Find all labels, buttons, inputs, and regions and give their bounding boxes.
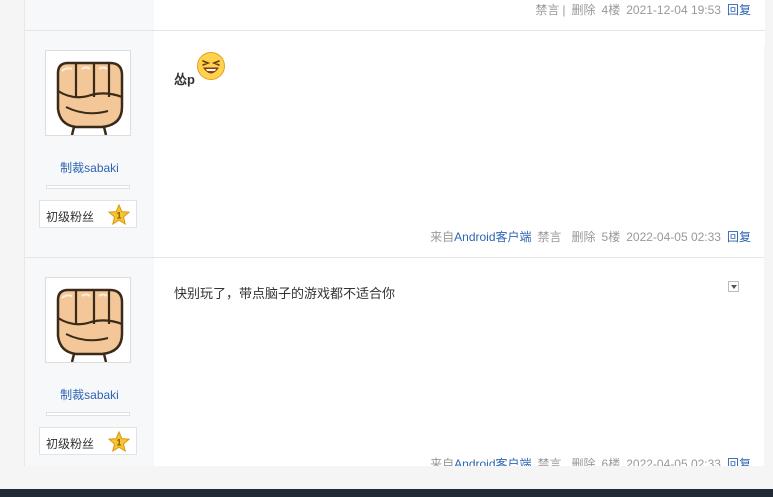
source-prefix: 来自	[430, 230, 455, 244]
delete-link[interactable]: 删除	[572, 3, 596, 17]
username[interactable]: 制裁sabaki	[25, 159, 154, 176]
ban-link[interactable]: 禁言	[538, 230, 562, 244]
reply-link[interactable]: 回复	[727, 230, 751, 244]
delete-link[interactable]: 删除	[572, 230, 596, 244]
post-floor-6: 制裁sabaki 初级粉丝 1 快别玩了，带点脑子的游戏都不适合你 来自Andr…	[25, 258, 765, 466]
ban-link[interactable]: 禁言	[538, 457, 562, 466]
avatar[interactable]	[45, 277, 131, 363]
post-floor-5: 制裁sabaki 初级粉丝 1 怂p 来自Android客户端 禁言 删除 5楼 202…	[25, 31, 765, 257]
page-right-gutter	[764, 45, 773, 466]
ban-link[interactable]: 禁言	[535, 3, 559, 17]
post-meta: 来自Android客户端 禁言 删除 6楼 2022-04-05 02:33 回复	[430, 455, 751, 466]
fan-level-label: 初级粉丝	[46, 210, 95, 224]
post-time: 2021-12-04 19:53	[626, 3, 721, 17]
floor-number: 4楼	[601, 3, 621, 17]
post-text: 快别玩了，带点脑子的游戏都不适合你	[174, 286, 396, 301]
post-floor-4: 禁言 | 删除 4楼 2021-12-04 19:53 回复	[25, 0, 765, 30]
post-sidebar: 制裁sabaki 初级粉丝 1	[25, 258, 154, 466]
floor-number: 6楼	[601, 457, 621, 466]
fist-icon	[46, 278, 130, 362]
floor-number: 5楼	[601, 230, 621, 244]
reply-link[interactable]: 回复	[727, 3, 751, 17]
username[interactable]: 制裁sabaki	[25, 386, 154, 403]
thread-page: 禁言|删除4楼2021-12-04 19:53回复 制裁sabaki	[24, 0, 765, 466]
post-content: 快别玩了，带点脑子的游戏都不适合你 来自Android客户端 禁言 删除 6楼 2022…	[154, 258, 765, 466]
star-icon: 1	[108, 204, 130, 225]
post-time: 2022-04-05 02:33	[626, 457, 721, 466]
fan-level-badge[interactable]: 初级粉丝 1	[39, 200, 137, 228]
client-source-link[interactable]: Android客户端	[454, 230, 531, 244]
fan-level-label: 初级粉丝	[46, 437, 95, 451]
fan-level-number: 1	[116, 211, 121, 221]
client-source-link[interactable]: Android客户端	[454, 457, 531, 466]
avatar[interactable]	[45, 50, 131, 136]
fist-icon	[46, 51, 130, 135]
laughing-face-icon	[197, 52, 225, 80]
experience-bar	[46, 185, 130, 189]
post-time: 2022-04-05 02:33	[626, 230, 721, 244]
experience-bar	[46, 412, 130, 416]
post-menu-dropdown-icon[interactable]	[728, 281, 739, 292]
post-sidebar	[25, 0, 154, 30]
reply-link[interactable]: 回复	[727, 457, 751, 466]
post-sidebar: 制裁sabaki 初级粉丝 1	[25, 31, 154, 257]
separator: |	[562, 3, 566, 17]
post-content: 怂p 来自Android客户端 禁言 删除 5楼 2022-04-05 02:33 回复	[154, 31, 765, 257]
fan-level-badge[interactable]: 初级粉丝 1	[39, 427, 137, 455]
star-icon: 1	[108, 431, 130, 452]
page-footer-bar	[0, 489, 773, 497]
delete-link[interactable]: 删除	[572, 457, 596, 466]
post-meta: 来自Android客户端 禁言 删除 5楼 2022-04-05 02:33 回复	[430, 228, 751, 245]
fan-level-number: 1	[116, 438, 121, 448]
post-text: 怂p	[174, 72, 195, 87]
post-meta: 禁言 | 删除 4楼 2021-12-04 19:53 回复	[529, 1, 751, 18]
post-content: 禁言 | 删除 4楼 2021-12-04 19:53 回复	[154, 0, 765, 30]
source-prefix: 来自	[430, 457, 455, 466]
